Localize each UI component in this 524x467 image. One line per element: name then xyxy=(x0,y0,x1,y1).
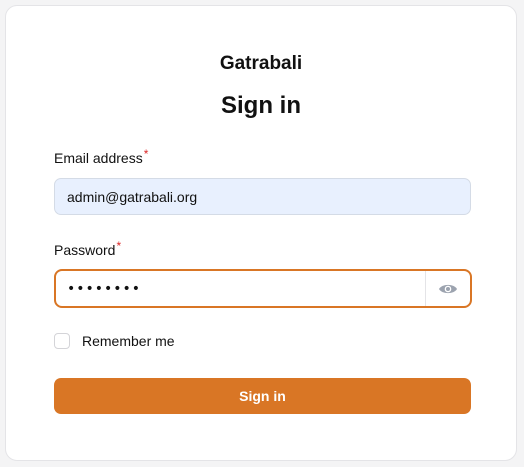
eye-icon xyxy=(439,284,457,293)
email-required-mark: * xyxy=(143,147,149,161)
email-label: Email address* xyxy=(54,147,149,166)
password-field[interactable] xyxy=(56,271,426,306)
email-label-text: Email address xyxy=(54,150,143,166)
remember-me-checkbox[interactable] xyxy=(54,333,70,349)
show-password-button[interactable] xyxy=(425,271,470,306)
sign-in-button[interactable]: Sign in xyxy=(54,378,471,414)
password-label: Password* xyxy=(54,239,122,258)
email-field[interactable] xyxy=(54,178,471,215)
remember-me-label: Remember me xyxy=(82,333,175,349)
password-label-text: Password xyxy=(54,242,116,258)
page-title: Sign in xyxy=(221,92,301,119)
remember-me-toggle[interactable]: Remember me xyxy=(54,333,175,349)
password-field-wrapper xyxy=(54,269,472,308)
password-required-mark: * xyxy=(116,239,122,253)
login-card: Gatrabali Sign in Email address* Passwor… xyxy=(5,5,517,461)
brand-name: Gatrabali xyxy=(219,53,303,74)
